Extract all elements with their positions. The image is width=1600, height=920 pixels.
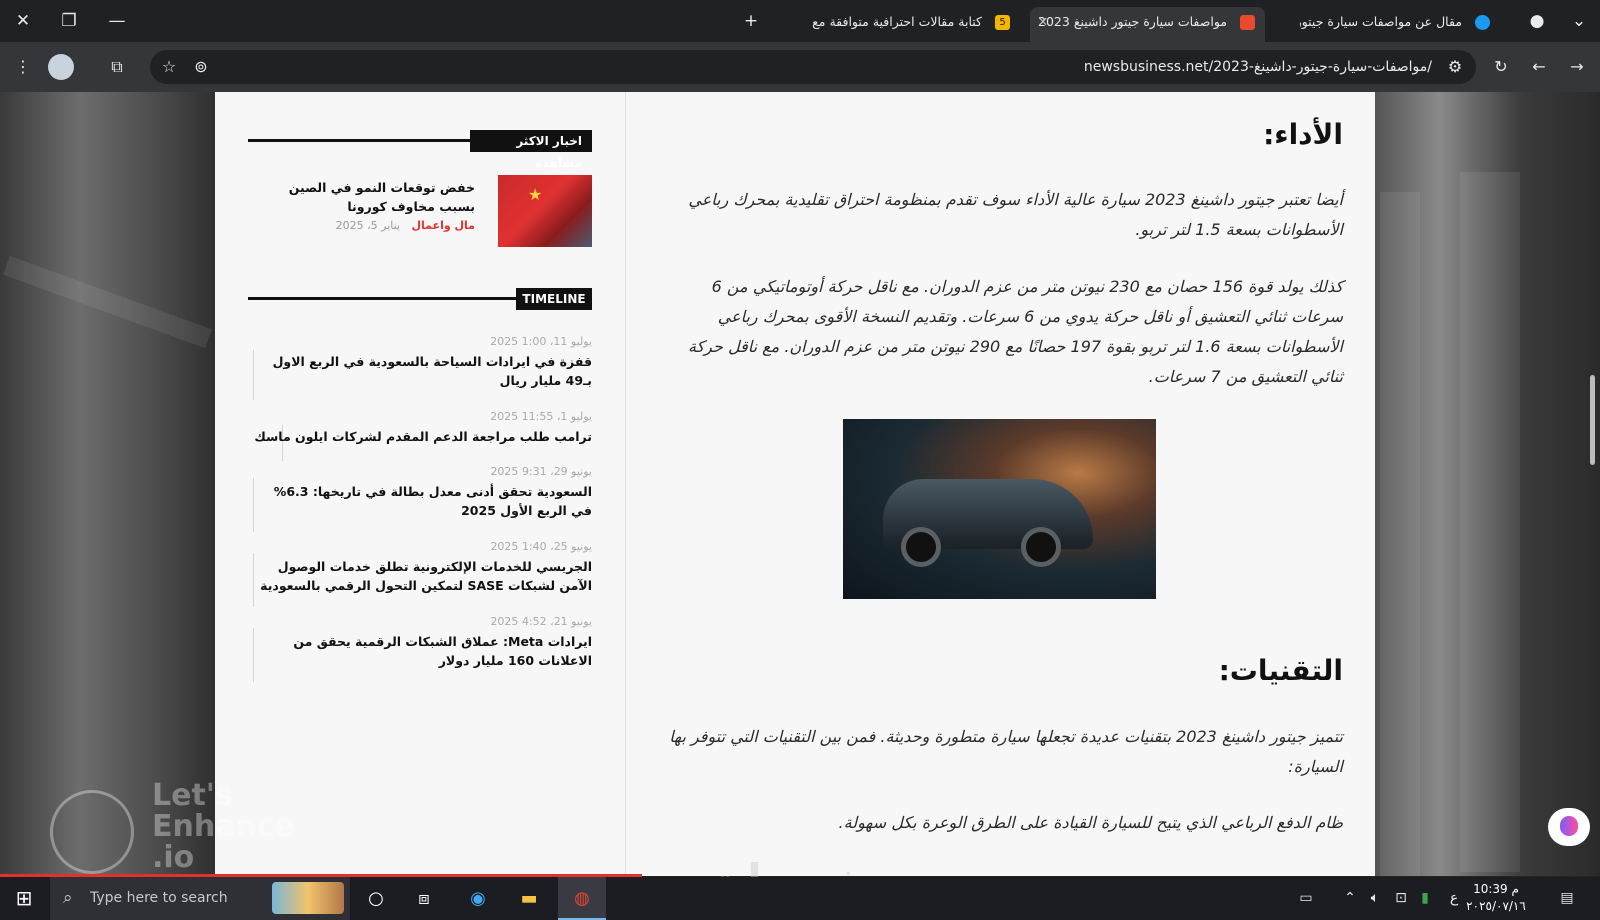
timeline-title[interactable]: الجريسي للخدمات الإلكترونية تطلق خدمات ا… <box>252 557 592 595</box>
timeline-item[interactable]: يونيو 29، 9:31 2025 السعودية تحقق أدنى م… <box>252 465 592 520</box>
featured-news-meta: مال واعمال يناير 5، 2025 <box>336 219 475 232</box>
task-view-icon[interactable]: ⧈ <box>400 877 448 920</box>
menu-dots-icon[interactable]: ⋮ <box>10 54 36 80</box>
omnibox[interactable]: ☆ ⊚ newsbusiness.net/2023-مواصفات-سيارة-… <box>150 50 1476 84</box>
timeline-date: يونيو 29، 9:31 2025 <box>490 465 592 478</box>
timeline-heading: TIMELINE <box>516 288 592 310</box>
tab-article-about[interactable]: ✕ مقال عن مواصفات سيارة جيتور د <box>1300 7 1500 42</box>
article-paragraph: تتميز جيتور داشينغ 2023 بتقنيات عديدة تج… <box>669 727 1343 776</box>
timeline-title[interactable]: قفزة في ايرادات السياحة بالسعودية في الر… <box>252 352 592 390</box>
page-scrollbar[interactable] <box>1590 375 1595 465</box>
minimize-window-icon[interactable]: — <box>104 8 130 34</box>
car-image <box>843 419 1156 599</box>
url-text[interactable]: newsbusiness.net/2023-مواصفات-سيارة-جيتو… <box>1084 50 1432 84</box>
back-icon[interactable]: ← <box>1526 54 1552 80</box>
close-tab-icon[interactable]: ✕ <box>1034 7 1052 37</box>
close-window-icon[interactable]: ✕ <box>10 8 36 34</box>
watermark-line: Let's <box>152 778 233 813</box>
performance-heading: الأداء: <box>1263 118 1343 151</box>
watermark-logo-icon <box>50 790 134 874</box>
tab-favicon-icon <box>1475 15 1490 30</box>
tab-title: مواصفات سيارة جيتور داشينغ 2023 <box>1038 14 1227 29</box>
watermark-line: .io <box>152 840 195 875</box>
reading-mode-icon[interactable]: ⊚ <box>188 54 214 80</box>
address-toolbar: ⋮ ⧉ ☆ ⊚ newsbusiness.net/2023-مواصفات-سي… <box>0 42 1600 92</box>
network-icon[interactable]: ⊡ <box>1390 877 1412 920</box>
browser-tab-bar: ✕ ❐ — + ✕ 5 كتابة مقالات احترافية متوافق… <box>0 0 1600 42</box>
timeline-date: يونيو 21، 4:52 2025 <box>490 615 592 628</box>
timeline-date: يونيو 25، 1:40 2025 <box>490 540 592 553</box>
timeline-title[interactable]: ترامب طلب مراجعة الدعم المقدم لشركات ايل… <box>252 427 592 446</box>
bookmark-star-icon[interactable]: ☆ <box>156 54 182 80</box>
search-placeholder: Type here to search <box>90 890 228 906</box>
timeline-date: يوليو 11، 1:00 2025 <box>490 335 592 348</box>
timeline-title[interactable]: السعودية تحقق أدنى معدل بطالة في تاريخها… <box>252 482 592 520</box>
avatar[interactable] <box>48 54 74 80</box>
file-explorer-icon[interactable]: ▬ <box>505 877 553 920</box>
system-clock[interactable]: 10:39 م ٢٠٢٥/٠٧/١٦ <box>1456 881 1536 915</box>
column-divider <box>625 92 626 876</box>
news-category[interactable]: مال واعمال <box>412 219 476 232</box>
featured-news-thumbnail[interactable]: ★ <box>498 175 592 247</box>
show-hidden-icons[interactable]: ⌃ <box>1340 877 1360 920</box>
clock-time: 10:39 م <box>1473 882 1519 896</box>
technologies-heading: التقنيات: <box>1218 654 1343 687</box>
forward-icon[interactable]: → <box>1564 54 1590 80</box>
new-tab-button[interactable]: + <box>738 8 764 34</box>
news-date: يناير 5، 2025 <box>335 219 400 232</box>
restore-window-icon[interactable]: ❐ <box>56 8 82 34</box>
extensions-icon[interactable]: ⧉ <box>104 54 130 80</box>
timeline-item[interactable]: يوليو 11، 1:00 2025 قفزة في ايرادات السي… <box>252 335 592 390</box>
edge-icon[interactable]: ◉ <box>454 877 502 920</box>
tab-favicon-icon: 5 <box>995 15 1010 30</box>
wheel-shape <box>901 527 941 567</box>
most-viewed-heading: اخبار الاكثر مشاهدة <box>470 130 592 170</box>
section-rule <box>248 139 470 142</box>
featured-news-title[interactable]: خفض توقعات النمو في الصين بسبب مخاوف كور… <box>255 178 475 216</box>
tab-favicon-icon <box>1240 15 1255 30</box>
site-settings-icon[interactable]: ⚙ <box>1442 54 1468 80</box>
tab-search-dropdown-icon[interactable]: ⌄ <box>1566 8 1592 34</box>
profile-circle-icon[interactable]: ● <box>1524 8 1550 34</box>
monitor-icon[interactable]: ▭ <box>1290 877 1322 920</box>
tab-writing-articles[interactable]: ✕ 5 كتابة مقالات احترافية متوافقة مع <box>810 7 1020 42</box>
watermark-text: Let's Enhance .io <box>152 780 295 873</box>
volume-icon[interactable]: 🔈︎ <box>1364 877 1386 920</box>
flag-star-icon: ★ <box>528 185 543 204</box>
search-icon: ⌕ <box>63 888 73 908</box>
assistant-logo-icon <box>1560 816 1578 836</box>
timeline-item[interactable]: يوليو 1، 11:55 2025 ترامب طلب مراجعة الد… <box>252 410 592 446</box>
article-paragraph: كذلك يولد قوة 156 حصان مع 230 نيوتن متر … <box>687 277 1343 386</box>
notifications-icon[interactable]: ▤ <box>1552 877 1582 920</box>
tab-title: كتابة مقالات احترافية متوافقة مع <box>812 14 982 29</box>
assistant-button[interactable] <box>1548 808 1590 846</box>
wheel-shape <box>1021 527 1061 567</box>
search-highlight-image[interactable] <box>272 882 344 914</box>
article-paragraph: أيضا تعتبر جيتور داشينغ 2023 سيارة عالية… <box>688 190 1343 239</box>
windows-start-icon[interactable]: ⊞ <box>0 877 48 920</box>
chrome-icon[interactable]: ◍ <box>558 877 606 920</box>
timeline-item[interactable]: يونيو 25، 1:40 2025 الجريسي للخدمات الإل… <box>252 540 592 595</box>
timeline-title[interactable]: ايرادات Meta: عملاق الشبكات الرقمية يحقق… <box>252 632 592 670</box>
section-rule <box>248 297 516 300</box>
timeline-item[interactable]: يونيو 21، 4:52 2025 ايرادات Meta: عملاق … <box>252 615 592 670</box>
reload-icon[interactable]: ↻ <box>1488 54 1514 80</box>
windows-taskbar: ⊞ ⌕ Type here to search ○ ⧈ ◉ ▬ ◍ ▭ ⌃ 🔈︎… <box>0 877 1600 920</box>
tab-title: مقال عن مواصفات سيارة جيتور د <box>1300 14 1462 29</box>
tab-jetour-dashing[interactable]: ✕ مواصفات سيارة جيتور داشينغ 2023 <box>1030 7 1265 42</box>
timeline-date: يوليو 1، 11:55 2025 <box>490 410 592 423</box>
clock-date: ٢٠٢٥/٠٧/١٦ <box>1466 899 1526 913</box>
watermark-line: Enhance <box>152 809 295 844</box>
cortana-icon[interactable]: ○ <box>352 877 400 920</box>
battery-icon[interactable]: ▮ <box>1414 877 1436 920</box>
article-paragraph: ظام الدفع الرباعي الذي يتيح للسيارة القي… <box>838 813 1343 832</box>
